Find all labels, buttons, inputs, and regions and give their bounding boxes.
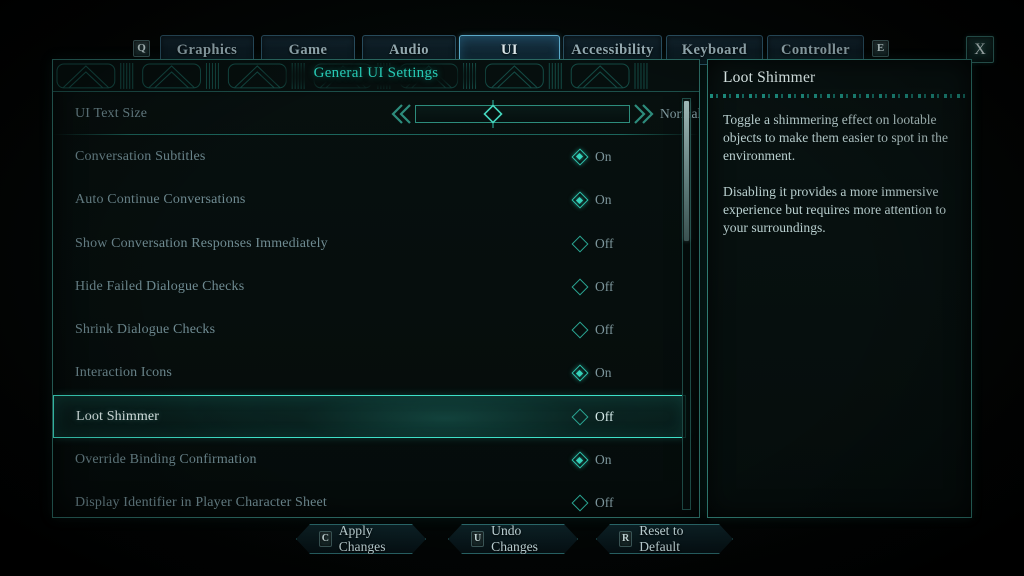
slider-decrease-icon[interactable] xyxy=(391,103,413,124)
toggle-diamond-icon[interactable] xyxy=(571,494,588,512)
description-paragraph-2: Disabling it provides a more immersive e… xyxy=(723,183,947,235)
toggle-diamond-icon[interactable] xyxy=(571,321,588,339)
toggle-value: Off xyxy=(595,278,614,294)
setting-label: Show Conversation Responses Immediately xyxy=(75,235,328,251)
setting-row-override-binding-confirmation[interactable]: Override Binding Confirmation On xyxy=(53,438,699,481)
setting-row-conversation-subtitles[interactable]: Conversation Subtitles On xyxy=(53,135,699,178)
slider-track[interactable] xyxy=(415,104,630,123)
setting-row-hide-failed-dialogue-checks[interactable]: Hide Failed Dialogue Checks Off xyxy=(53,265,699,308)
slider-value: Normal xyxy=(660,105,699,121)
setting-label: Shrink Dialogue Checks xyxy=(75,322,216,338)
scrollbar-thumb[interactable] xyxy=(684,101,689,241)
setting-label: Conversation Subtitles xyxy=(75,148,206,164)
description-divider xyxy=(710,94,969,98)
undo-changes-label: Undo Changes xyxy=(491,523,538,554)
toggle-control[interactable]: On xyxy=(571,191,612,209)
toggle-value: Off xyxy=(595,408,614,424)
undo-changes-button[interactable]: U Undo Changes xyxy=(448,524,578,554)
toggle-value: On xyxy=(595,148,612,164)
undo-key-hint: U xyxy=(471,531,484,547)
toggle-control[interactable]: Off xyxy=(571,494,614,512)
setting-label: UI Text Size xyxy=(75,105,148,121)
setting-description-panel: Loot Shimmer Toggle a shimmering effect … xyxy=(707,59,972,518)
settings-rows: UI Text Size Normal Conversation Subtitl… xyxy=(53,92,699,517)
setting-label: Auto Continue Conversations xyxy=(75,192,246,208)
next-tab-key-hint: E xyxy=(872,40,889,57)
toggle-control[interactable]: Off xyxy=(571,278,614,296)
toggle-diamond-icon[interactable] xyxy=(571,191,588,209)
toggle-control[interactable]: Off xyxy=(571,235,614,253)
setting-row-auto-continue-conversations[interactable]: Auto Continue Conversations On xyxy=(53,179,699,222)
setting-label: Display Identifier in Player Character S… xyxy=(75,495,327,511)
settings-list-panel: General UI Settings UI Text Size Normal … xyxy=(52,59,700,518)
toggle-diamond-icon[interactable] xyxy=(571,408,588,426)
reset-to-default-label: Reset to Default xyxy=(639,523,684,554)
toggle-control[interactable]: Off xyxy=(571,408,614,426)
setting-label: Interaction Icons xyxy=(75,365,173,381)
setting-label: Loot Shimmer xyxy=(76,408,160,424)
ui-text-size-slider[interactable]: Normal xyxy=(391,99,699,128)
slider-handle[interactable] xyxy=(479,99,507,128)
toggle-control[interactable]: On xyxy=(571,148,612,166)
panel-title: General UI Settings xyxy=(313,65,439,81)
toggle-diamond-icon[interactable] xyxy=(571,451,588,469)
panel-header: General UI Settings xyxy=(53,60,699,92)
setting-label: Override Binding Confirmation xyxy=(75,452,257,468)
settings-screen: Q E Graphics Game Audio UI Accessibility… xyxy=(0,0,1024,576)
settings-scrollbar[interactable] xyxy=(682,98,691,510)
toggle-control[interactable]: Off xyxy=(571,321,614,339)
setting-row-display-identifier-in-player-character-sheet[interactable]: Display Identifier in Player Character S… xyxy=(53,482,699,517)
footer-actions: C Apply Changes U Undo Changes R Reset t… xyxy=(0,524,1024,556)
slider-increase-icon[interactable] xyxy=(632,103,654,124)
reset-key-hint: R xyxy=(619,531,632,547)
setting-row-ui-text-size[interactable]: UI Text Size Normal xyxy=(53,92,699,136)
toggle-diamond-icon[interactable] xyxy=(571,364,588,382)
toggle-value: On xyxy=(595,192,612,208)
toggle-value: On xyxy=(595,452,612,468)
toggle-value: Off xyxy=(595,322,614,338)
description-title: Loot Shimmer xyxy=(723,69,816,86)
toggle-value: Off xyxy=(595,235,614,251)
toggle-control[interactable]: On xyxy=(571,364,612,382)
setting-label: Hide Failed Dialogue Checks xyxy=(75,278,245,294)
toggle-value: On xyxy=(595,365,612,381)
apply-key-hint: C xyxy=(319,531,332,547)
toggle-value: Off xyxy=(595,495,614,511)
toggle-control[interactable]: On xyxy=(571,451,612,469)
apply-changes-label: Apply Changes xyxy=(338,523,386,554)
toggle-diamond-icon[interactable] xyxy=(571,278,588,296)
apply-changes-button[interactable]: C Apply Changes xyxy=(296,524,426,554)
setting-row-interaction-icons[interactable]: Interaction Icons On xyxy=(53,352,699,395)
setting-row-show-conversation-responses-immediately[interactable]: Show Conversation Responses Immediately … xyxy=(53,222,699,265)
reset-to-default-button[interactable]: R Reset to Default xyxy=(596,524,733,554)
setting-row-loot-shimmer[interactable]: Loot Shimmer Off xyxy=(53,395,686,439)
settings-tab-bar: Q E Graphics Game Audio UI Accessibility… xyxy=(0,16,1024,65)
toggle-diamond-icon[interactable] xyxy=(571,235,588,253)
toggle-diamond-icon[interactable] xyxy=(571,148,588,166)
setting-row-shrink-dialogue-checks[interactable]: Shrink Dialogue Checks Off xyxy=(53,308,699,351)
prev-tab-key-hint: Q xyxy=(133,40,150,57)
description-paragraph-1: Toggle a shimmering effect on lootable o… xyxy=(723,112,948,163)
